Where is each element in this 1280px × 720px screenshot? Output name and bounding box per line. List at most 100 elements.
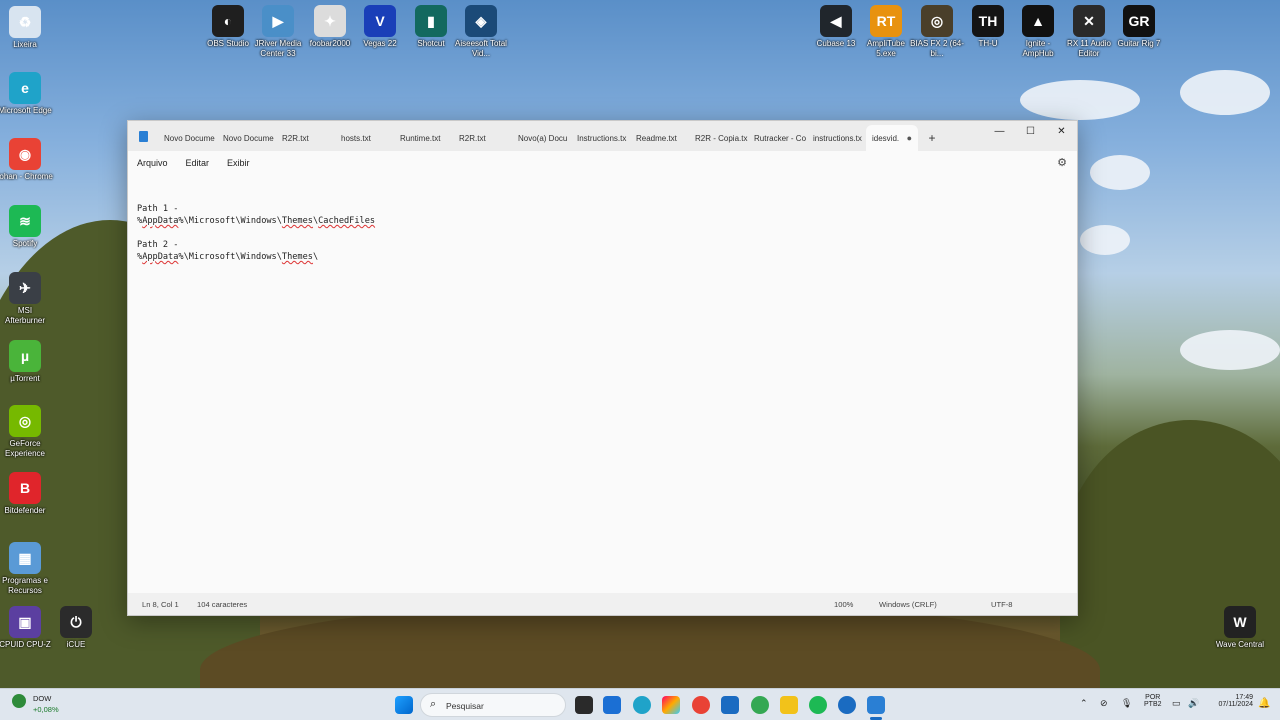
task-view-icon[interactable] bbox=[575, 696, 593, 714]
notification-bell-icon[interactable]: 🔔 bbox=[1258, 698, 1270, 709]
tab-item[interactable]: R2R.txt bbox=[276, 125, 335, 151]
desktop-shortcut[interactable]: B Bitdefender bbox=[0, 472, 53, 516]
desktop-shortcut[interactable]: ◉ Iohan - Chrome bbox=[0, 138, 53, 182]
shortcut-label: iCUE bbox=[66, 640, 86, 649]
cpuz-icon: ▣ bbox=[9, 606, 41, 638]
language-indicator[interactable]: POR PTB2 bbox=[1144, 694, 1162, 708]
tab-bar: Novo Docume Novo Docume R2R.txt hosts.txt Ru… bbox=[128, 121, 1077, 151]
shotcut-icon: ▮ bbox=[415, 5, 447, 37]
shortcut-label: JRiver Media Center 33 bbox=[254, 39, 302, 58]
utorrent-icon: µ bbox=[9, 340, 41, 372]
tab-item[interactable]: R2R - Copia.tx bbox=[689, 125, 748, 151]
outlook-icon[interactable] bbox=[721, 696, 739, 714]
shortcut-label: Vegas 22 bbox=[363, 39, 397, 48]
text-editor[interactable]: Path 1 - %AppData%\Microsoft\Windows\The… bbox=[137, 203, 375, 263]
shortcut-label: Ignite - AmpHub bbox=[1022, 39, 1054, 58]
desktop-shortcut[interactable]: V Vegas 22 bbox=[352, 5, 408, 49]
cloud bbox=[1090, 155, 1150, 190]
vegas-icon: V bbox=[364, 5, 396, 37]
windows-start-icon[interactable] bbox=[395, 696, 413, 714]
zoom-level[interactable]: 100% bbox=[834, 600, 853, 609]
spotify-taskbar-icon[interactable] bbox=[809, 696, 827, 714]
maximize-button[interactable]: ☐ bbox=[1015, 121, 1046, 141]
minimize-button[interactable]: — bbox=[984, 121, 1015, 141]
desktop-shortcut[interactable]: ▲ Ignite - AmpHub bbox=[1010, 5, 1066, 59]
shortcut-label: Spotify bbox=[12, 239, 38, 248]
desktop-shortcut[interactable]: e Microsoft Edge bbox=[0, 72, 53, 116]
cloud bbox=[1080, 225, 1130, 255]
tab-item[interactable]: hosts.txt bbox=[335, 125, 394, 151]
settings-gear-icon[interactable]: ⚙ bbox=[1057, 156, 1067, 169]
desktop-shortcut[interactable]: ♻ Lixeira bbox=[0, 6, 53, 50]
close-button[interactable]: ✕ bbox=[1046, 121, 1077, 141]
desktop-shortcut[interactable]: ≋ Spotify bbox=[0, 205, 53, 249]
store-icon[interactable] bbox=[603, 696, 621, 714]
stock-label[interactable]: DOW bbox=[33, 694, 51, 703]
tab-item[interactable]: Rutracker - Co bbox=[748, 125, 807, 151]
chevron-up-icon[interactable]: ⌃ bbox=[1080, 698, 1088, 709]
desktop-shortcut[interactable]: W Wave Central bbox=[1212, 606, 1268, 650]
unsaved-dot-icon[interactable]: ● bbox=[907, 133, 912, 143]
desktop-shortcut[interactable]: ✈ MSI Afterburner bbox=[0, 272, 53, 326]
desktop-shortcut[interactable]: ✕ RX 11 Audio Editor bbox=[1061, 5, 1117, 59]
tab-item[interactable]: Readme.txt bbox=[630, 125, 689, 151]
desktop-shortcut[interactable]: ▦ Programas e Recursos bbox=[0, 542, 53, 596]
chrome-profile-icon[interactable] bbox=[751, 696, 769, 714]
desktop-shortcut[interactable]: ◀ Cubase 13 bbox=[808, 5, 864, 49]
menu-file[interactable]: Arquivo bbox=[137, 158, 168, 168]
edge-taskbar-icon[interactable] bbox=[633, 696, 651, 714]
network-icon[interactable]: ⊘ bbox=[1100, 698, 1108, 709]
notepad-taskbar-icon[interactable] bbox=[867, 696, 885, 714]
stock-widget-icon[interactable] bbox=[12, 694, 26, 708]
desktop-shortcut[interactable]: TH TH-U bbox=[960, 5, 1016, 49]
desktop-shortcut[interactable]: ◈ Aiseesoft Total Vid... bbox=[453, 5, 509, 59]
tab-active[interactable]: idesvid. ● bbox=[866, 125, 918, 151]
tab-item[interactable]: instructions.tx bbox=[807, 125, 866, 151]
app-taskbar-icon[interactable] bbox=[838, 696, 856, 714]
menu-view[interactable]: Exibir bbox=[227, 158, 250, 168]
desktop-shortcut[interactable]: RT AmpliTube 5.exe bbox=[858, 5, 914, 59]
search-box[interactable]: ⌕ Pesquisar bbox=[420, 693, 566, 717]
desktop-shortcut[interactable]: ✦ foobar2000 bbox=[302, 5, 358, 49]
tab-item[interactable]: Novo Docume bbox=[217, 125, 276, 151]
text-line: Path 2 - bbox=[137, 240, 179, 250]
menu-edit[interactable]: Editar bbox=[186, 158, 210, 168]
clock[interactable]: 17:49 07/11/2024 bbox=[1205, 694, 1253, 708]
desktop-shortcut[interactable]: ⏻ iCUE bbox=[48, 606, 104, 650]
tab-item[interactable]: R2R.txt bbox=[453, 125, 512, 151]
shortcut-label: Wave Central bbox=[1215, 640, 1265, 649]
programas-icon: ▦ bbox=[9, 542, 41, 574]
microphone-icon[interactable]: 🎙 bbox=[1121, 698, 1132, 709]
desktop-shortcut[interactable]: ▮ Shotcut bbox=[403, 5, 459, 49]
keyboard-layout: PTB2 bbox=[1144, 701, 1162, 708]
desktop-shortcut[interactable]: ◎ GeForce Experience bbox=[0, 405, 53, 459]
desktop-shortcut[interactable]: ▶ JRiver Media Center 33 bbox=[250, 5, 306, 59]
display-icon[interactable]: ▭ bbox=[1172, 698, 1181, 709]
desktop-shortcut[interactable]: GR Guitar Rig 7 bbox=[1111, 5, 1167, 49]
copilot-icon[interactable] bbox=[662, 696, 680, 714]
taskbar: DOW +0,08% ⌕ Pesquisar ⌃ ⊘ 🎙 POR PTB2 ▭ … bbox=[0, 688, 1280, 720]
shortcut-label: Cubase 13 bbox=[816, 39, 856, 48]
clock-date: 07/11/2024 bbox=[1218, 701, 1253, 708]
tab-item[interactable]: Novo(a) Docu bbox=[512, 125, 571, 151]
file-explorer-icon[interactable] bbox=[780, 696, 798, 714]
biasfx-icon: ◎ bbox=[921, 5, 953, 37]
encoding[interactable]: UTF-8 bbox=[991, 600, 1013, 609]
tab-item[interactable]: Instructions.tx bbox=[571, 125, 630, 151]
volume-icon[interactable]: 🔊 bbox=[1188, 698, 1199, 709]
tab-item[interactable]: Novo Docume bbox=[158, 125, 217, 151]
new-tab-button[interactable]: + bbox=[918, 125, 946, 151]
desktop-shortcut[interactable]: ◐ OBS Studio bbox=[200, 5, 256, 49]
desktop-shortcut[interactable]: µ µTorrent bbox=[0, 340, 53, 384]
guitar-rig-icon: GR bbox=[1123, 5, 1155, 37]
chrome-icon: ◉ bbox=[9, 138, 41, 170]
lang-code: POR bbox=[1145, 694, 1161, 701]
shortcut-label: Microsoft Edge bbox=[0, 106, 52, 115]
desktop-shortcut[interactable]: ▣ CPUID CPU-Z bbox=[0, 606, 53, 650]
line-ending[interactable]: Windows (CRLF) bbox=[879, 600, 937, 609]
aiseesoft-icon: ◈ bbox=[465, 5, 497, 37]
tab-item[interactable]: Runtime.txt bbox=[394, 125, 453, 151]
desktop-shortcut[interactable]: ◎ BIAS FX 2 (64-bi... bbox=[909, 5, 965, 59]
chrome-taskbar-icon[interactable] bbox=[692, 696, 710, 714]
